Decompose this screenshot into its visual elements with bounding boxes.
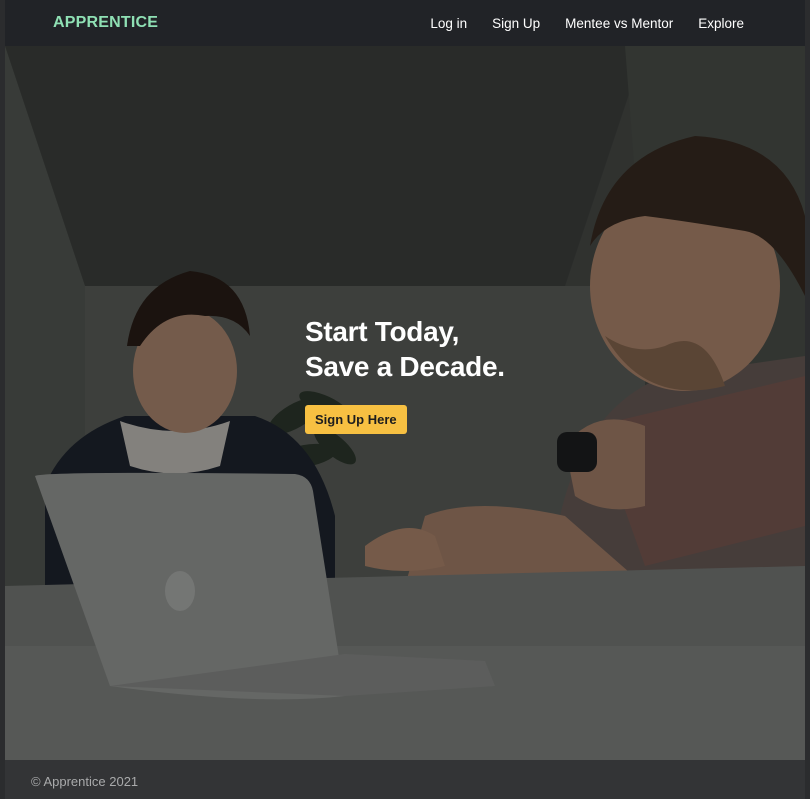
signup-here-button[interactable]: Sign Up Here xyxy=(305,405,407,434)
page: APPRENTICE Log in Sign Up Mentee vs Ment… xyxy=(0,0,810,799)
hero-title-line2: Save a Decade. xyxy=(305,351,505,382)
brand-logo[interactable]: APPRENTICE xyxy=(53,14,158,32)
copyright-text: © Apprentice 2021 xyxy=(31,774,139,789)
nav-explore-link[interactable]: Explore xyxy=(698,16,744,31)
hero-section: Start Today, Save a Decade. Sign Up Here xyxy=(5,46,805,760)
hero-title-line1: Start Today, xyxy=(305,316,460,347)
navbar: APPRENTICE Log in Sign Up Mentee vs Ment… xyxy=(5,0,805,46)
hero-title: Start Today, Save a Decade. xyxy=(305,314,505,384)
hero-content: Start Today, Save a Decade. Sign Up Here xyxy=(305,314,505,434)
nav-signup-link[interactable]: Sign Up xyxy=(492,16,540,31)
nav-mentee-vs-mentor-link[interactable]: Mentee vs Mentor xyxy=(565,16,673,31)
nav-links: Log in Sign Up Mentee vs Mentor Explore xyxy=(405,16,744,31)
nav-login-link[interactable]: Log in xyxy=(430,16,467,31)
footer: © Apprentice 2021 xyxy=(5,760,805,799)
